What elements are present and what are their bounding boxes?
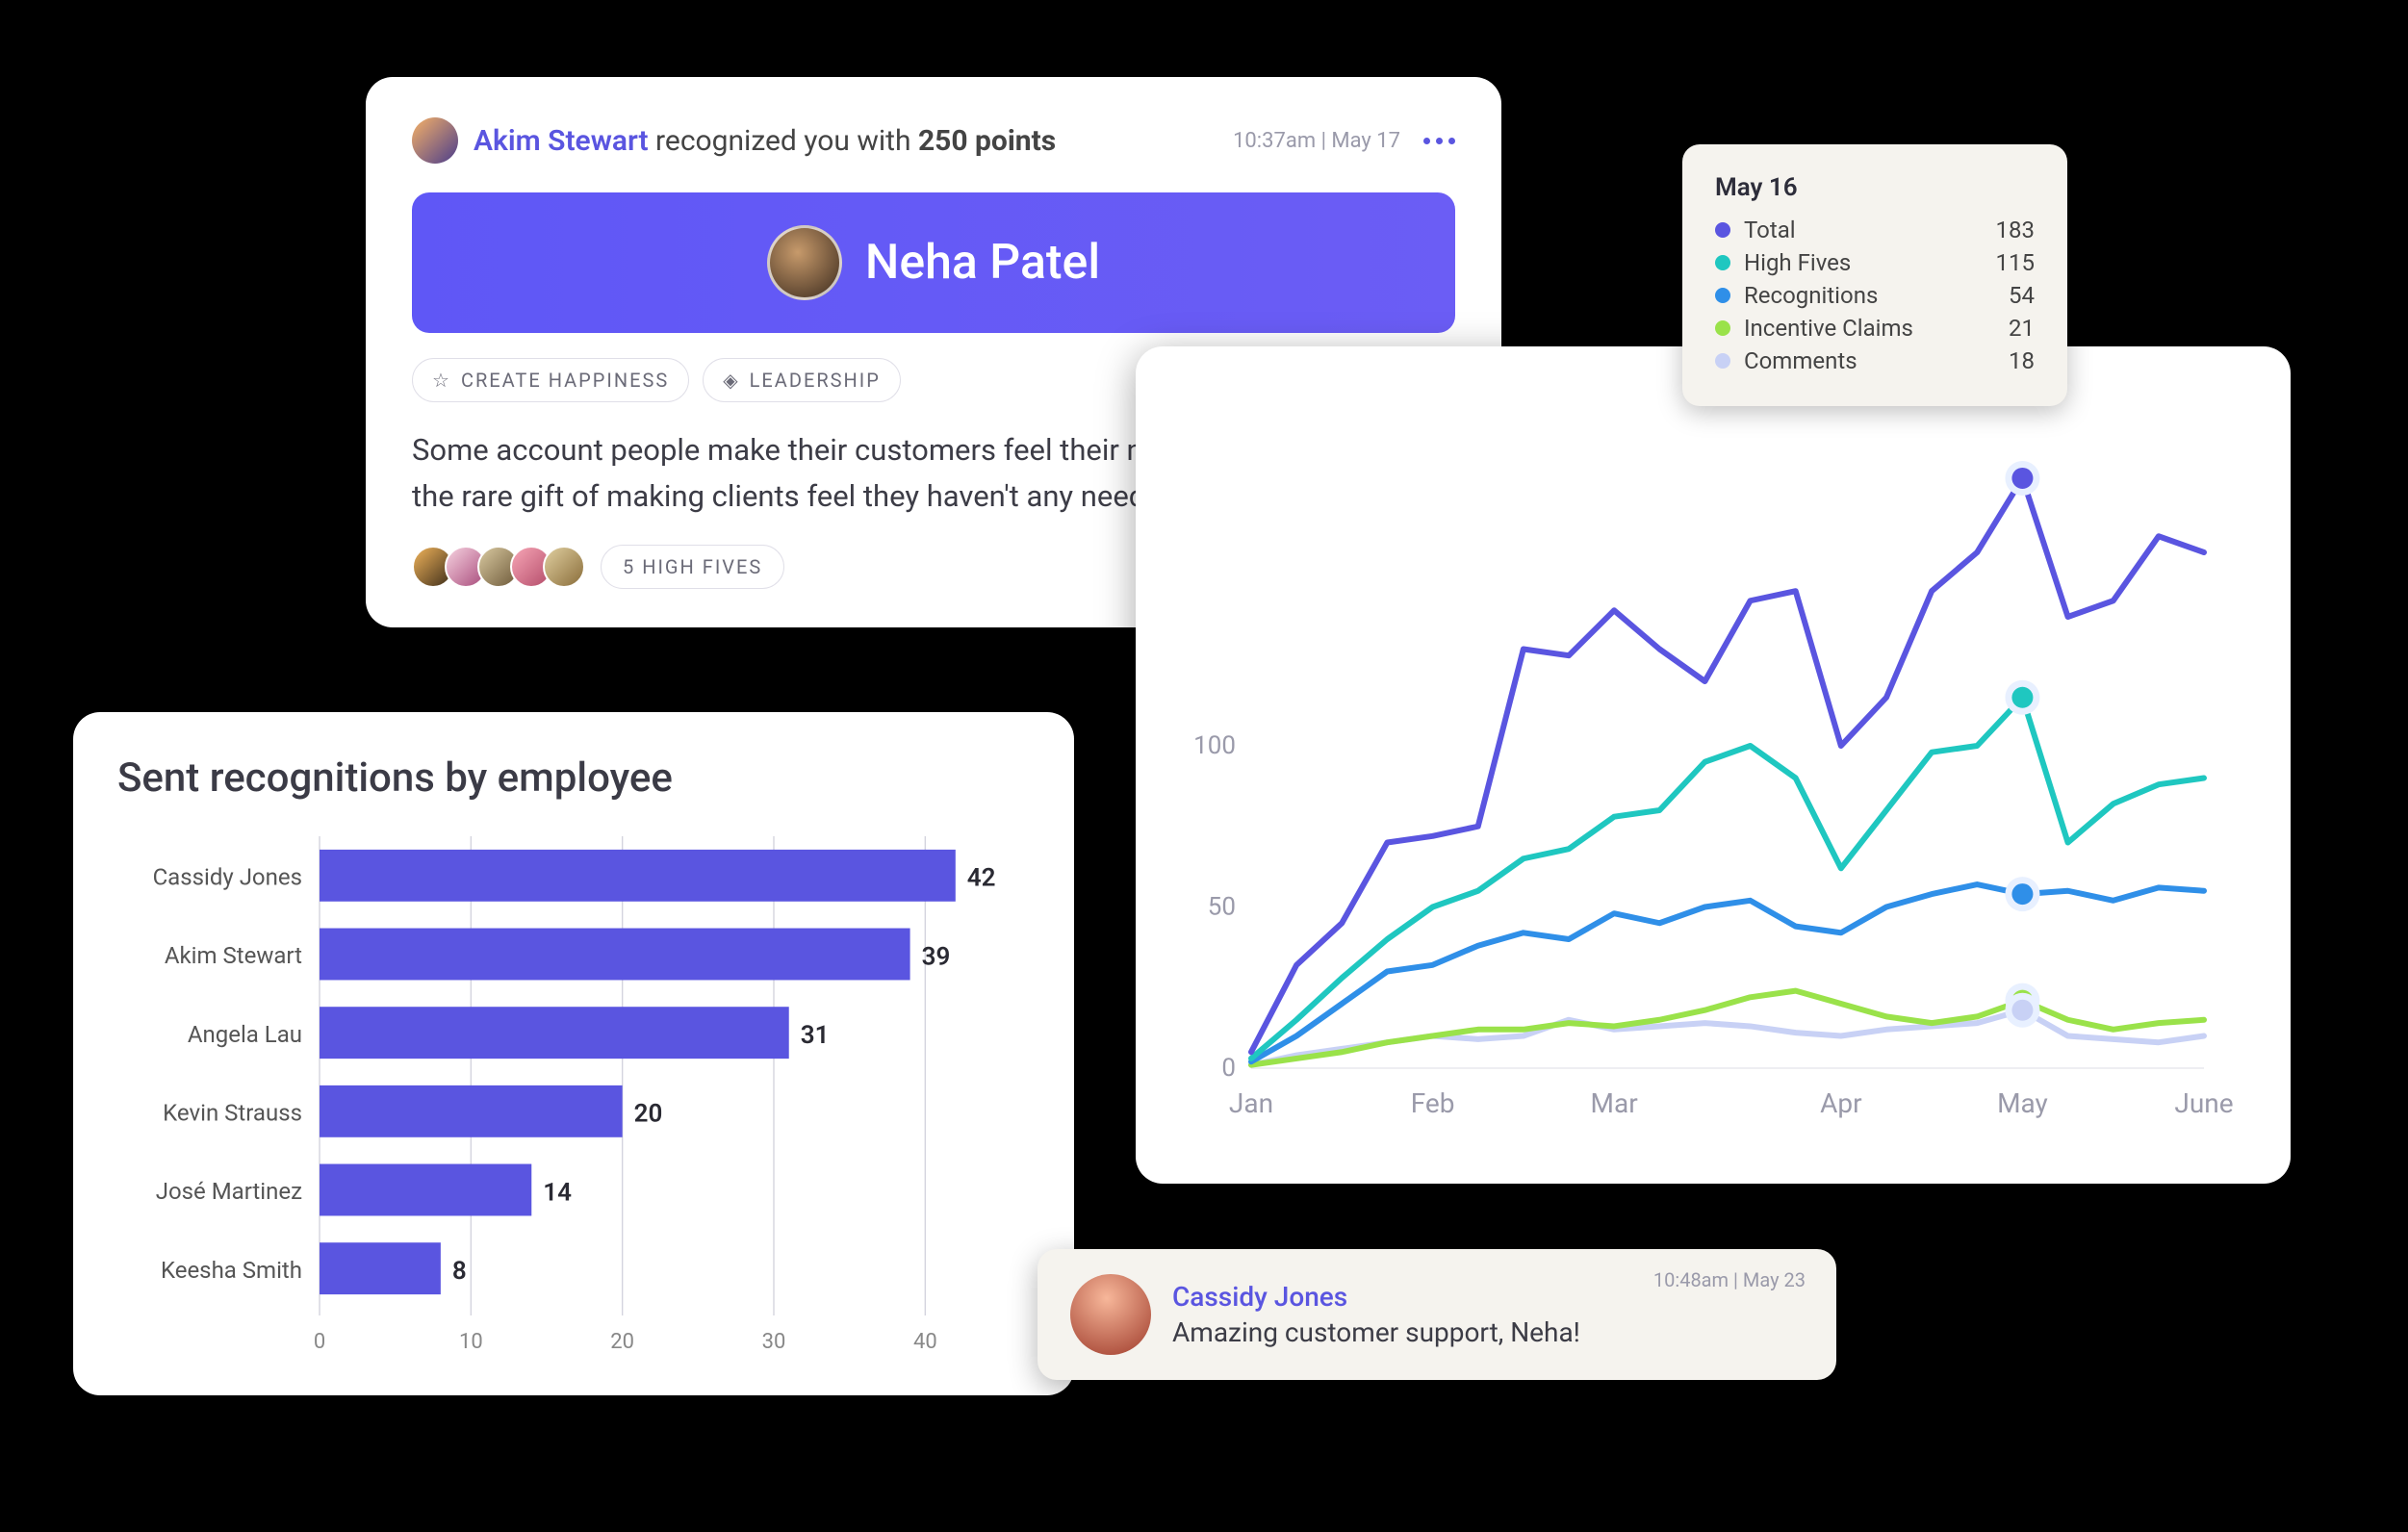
comment-card: Cassidy Jones Amazing customer support, …: [1037, 1249, 1836, 1380]
tooltip-row: Recognitions 54: [1715, 279, 2035, 312]
svg-text:Angela Lau: Angela Lau: [188, 1021, 302, 1048]
tag-pill[interactable]: ◈ LEADERSHIP: [703, 358, 901, 402]
recipient-name: Neha Patel: [865, 235, 1100, 291]
tooltip-value: 115: [1996, 249, 2035, 276]
svg-text:100: 100: [1193, 731, 1236, 760]
svg-text:June: June: [2174, 1087, 2233, 1119]
tag-label: CREATE HAPPINESS: [461, 369, 669, 392]
comment-author-link[interactable]: Cassidy Jones: [1172, 1281, 1580, 1313]
author-link[interactable]: Akim Stewart: [474, 124, 649, 158]
svg-text:Jan: Jan: [1229, 1087, 1273, 1119]
recognition-meta: 10:37am | May 17: [1233, 129, 1455, 153]
svg-text:30: 30: [762, 1330, 786, 1354]
svg-text:50: 50: [1208, 893, 1236, 922]
tooltip-label: Comments: [1744, 347, 1857, 374]
star-icon: ☆: [432, 369, 451, 392]
comment-avatar[interactable]: [1070, 1274, 1151, 1355]
svg-text:0: 0: [1221, 1054, 1236, 1083]
bar-chart-card: Sent recognitions by employee 0 10 20 30 40 C…: [73, 712, 1074, 1395]
svg-text:Keesha Smith: Keesha Smith: [161, 1257, 302, 1284]
author-avatar[interactable]: [412, 117, 458, 164]
recognition-title: Akim Stewart recognized you with 250 poi…: [474, 124, 1056, 158]
legend-swatch: [1715, 288, 1730, 303]
bar-chart-title: Sent recognitions by employee: [117, 754, 1030, 802]
high-five-count-pill[interactable]: 5 HIGH FIVES: [601, 545, 784, 589]
svg-text:Apr: Apr: [1820, 1087, 1862, 1119]
tooltip-label: Incentive Claims: [1744, 315, 1913, 342]
svg-text:Feb: Feb: [1411, 1087, 1455, 1119]
svg-text:40: 40: [913, 1330, 937, 1354]
recognition-verb: recognized you with: [649, 124, 918, 158]
chart-tooltip: May 16 Total 183 High Fives 115 Recognitions…: [1682, 144, 2067, 406]
recipient-avatar[interactable]: [767, 225, 842, 300]
tag-label: LEADERSHIP: [750, 369, 881, 392]
svg-text:0: 0: [314, 1330, 325, 1354]
tooltip-value: 183: [1996, 217, 2035, 243]
svg-text:20: 20: [634, 1100, 663, 1129]
comment-timestamp: 10:48am | May 23: [1653, 1268, 1806, 1291]
svg-text:José Martinez: José Martinez: [156, 1178, 302, 1205]
tooltip-row: Comments 18: [1715, 345, 2035, 377]
tooltip-value: 21: [2009, 315, 2035, 342]
legend-swatch: [1715, 320, 1730, 336]
svg-text:May: May: [1997, 1087, 2048, 1119]
svg-text:Kevin Strauss: Kevin Strauss: [163, 1100, 302, 1127]
svg-text:Akim Stewart: Akim Stewart: [165, 942, 302, 969]
svg-text:10: 10: [459, 1330, 483, 1354]
comment-body: Cassidy Jones Amazing customer support, …: [1172, 1281, 1580, 1348]
svg-text:14: 14: [543, 1178, 572, 1207]
svg-text:39: 39: [922, 942, 951, 971]
tooltip-title: May 16: [1715, 173, 2035, 202]
tooltip-row: Incentive Claims 21: [1715, 312, 2035, 345]
bar-chart-svg: 0 10 20 30 40 Cassidy Jones 42 Akim Stewart 39 An…: [117, 827, 1030, 1366]
comment-text: Amazing customer support, Neha!: [1172, 1316, 1580, 1348]
tooltip-value: 54: [2009, 282, 2035, 309]
tooltip-value: 18: [2009, 347, 2035, 374]
high-five-avatar[interactable]: [543, 546, 585, 588]
recipient-banner: Neha Patel: [412, 192, 1455, 333]
tooltip-row: Total 183: [1715, 214, 2035, 246]
line-chart-card: 0 50 100 Jan Feb Mar Apr May June: [1136, 346, 2291, 1184]
recognition-timestamp: 10:37am | May 17: [1233, 129, 1400, 153]
svg-text:Mar: Mar: [1591, 1087, 1639, 1119]
svg-text:20: 20: [610, 1330, 634, 1354]
legend-swatch: [1715, 255, 1730, 270]
recognition-points: 250 points: [918, 124, 1056, 158]
tooltip-label: High Fives: [1744, 249, 1851, 276]
tag-pill[interactable]: ☆ CREATE HAPPINESS: [412, 358, 689, 402]
svg-text:42: 42: [967, 864, 996, 893]
svg-text:31: 31: [801, 1021, 830, 1050]
line-chart-svg: 0 50 100 Jan Feb Mar Apr May June: [1184, 404, 2233, 1136]
svg-text:8: 8: [452, 1257, 467, 1286]
more-menu-icon[interactable]: [1423, 138, 1455, 144]
tooltip-row: High Fives 115: [1715, 246, 2035, 279]
line-chart-area: 0 50 100 Jan Feb Mar Apr May June: [1184, 404, 2233, 1136]
legend-swatch: [1715, 222, 1730, 238]
diamond-icon: ◈: [723, 369, 739, 392]
tooltip-label: Total: [1744, 217, 1796, 243]
stage: 050100JanFebMarAprMayJune Akim Stewart r…: [0, 0, 2408, 1532]
svg-text:Cassidy Jones: Cassidy Jones: [153, 864, 302, 891]
recognition-header: Akim Stewart recognized you with 250 poi…: [412, 117, 1455, 164]
tooltip-label: Recognitions: [1744, 282, 1878, 309]
legend-swatch: [1715, 353, 1730, 369]
